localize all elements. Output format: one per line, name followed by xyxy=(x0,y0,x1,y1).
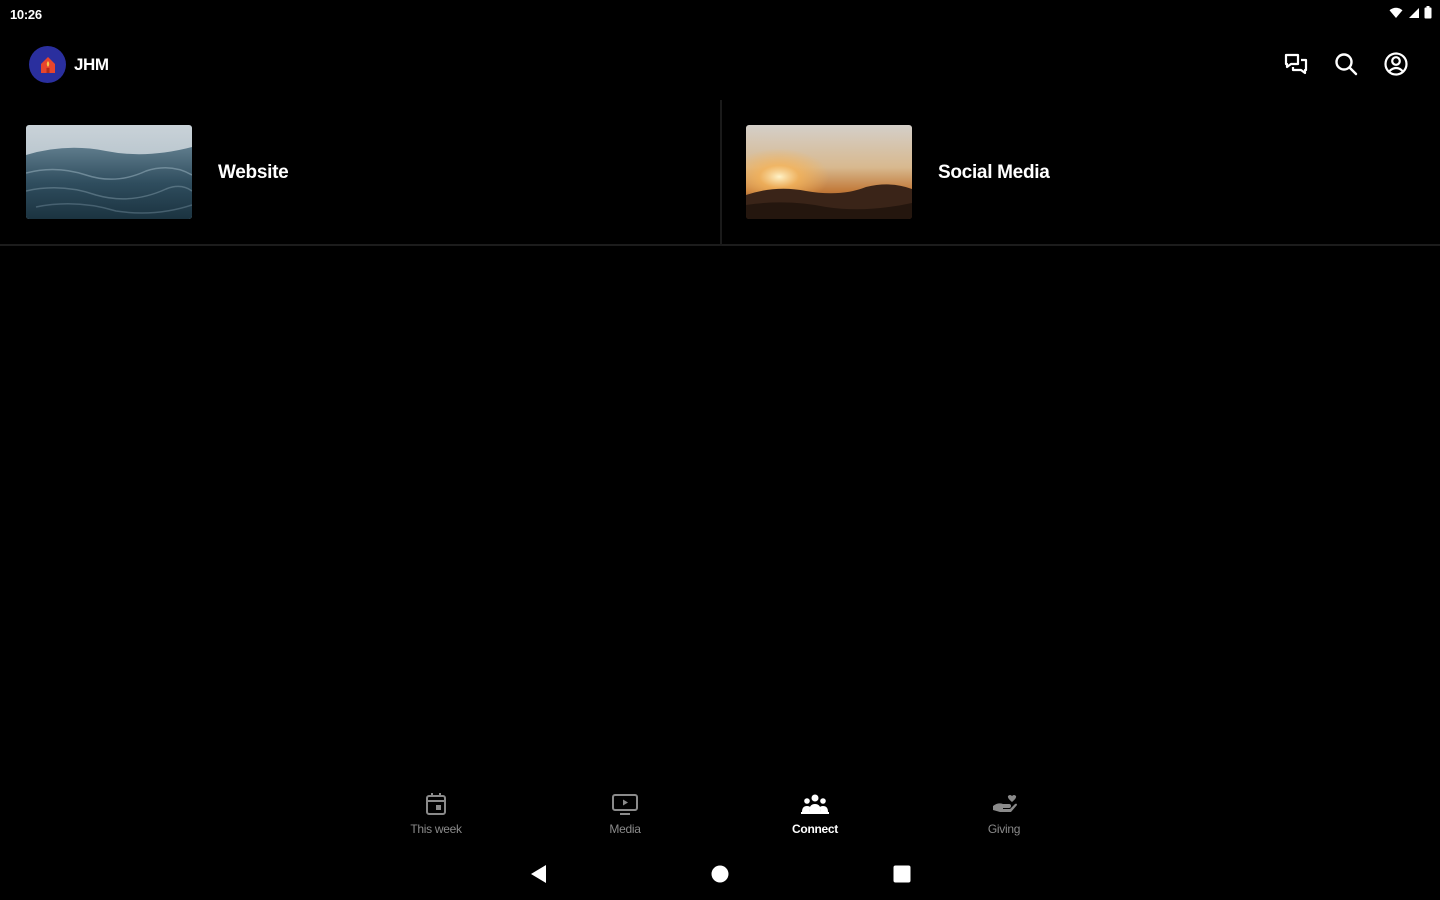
tile-label: Social Media xyxy=(938,162,1050,183)
nav-label: Giving xyxy=(987,822,1021,836)
nav-label: Connect xyxy=(792,822,838,836)
app-actions xyxy=(1282,50,1410,78)
cell-signal-icon xyxy=(1407,7,1420,19)
calendar-icon xyxy=(424,790,448,818)
nav-item-this-week[interactable]: This week xyxy=(376,790,496,842)
nav-item-connect[interactable]: Connect xyxy=(755,790,875,842)
back-icon[interactable] xyxy=(526,862,550,886)
connect-grid: Website Social Media xyxy=(0,100,1440,246)
bottom-nav: This week Media Connect Giving xyxy=(0,790,1440,842)
status-time: 10:26 xyxy=(10,7,42,22)
ocean-waves-image xyxy=(26,125,192,219)
people-group-icon xyxy=(800,790,830,818)
home-icon[interactable] xyxy=(708,862,732,886)
nav-item-media[interactable]: Media xyxy=(565,790,685,842)
chat-icon[interactable] xyxy=(1282,50,1310,78)
recents-icon[interactable] xyxy=(890,862,914,886)
search-icon[interactable] xyxy=(1332,50,1360,78)
giving-hand-icon xyxy=(990,790,1018,818)
wifi-icon xyxy=(1389,7,1403,19)
nav-item-giving[interactable]: Giving xyxy=(944,790,1064,842)
tile-social-media[interactable]: Social Media xyxy=(722,100,1440,246)
status-icons xyxy=(1389,6,1432,19)
nav-label: This week xyxy=(410,822,462,836)
nav-label: Media xyxy=(609,822,641,836)
sunset-mountains-image xyxy=(746,125,912,219)
tile-label: Website xyxy=(218,162,289,183)
app-title: JHM xyxy=(74,55,109,74)
tile-website[interactable]: Website xyxy=(0,100,720,246)
media-play-icon xyxy=(611,790,639,818)
battery-icon xyxy=(1424,6,1432,19)
system-nav xyxy=(0,852,1440,894)
status-bar: 10:26 xyxy=(0,0,1440,28)
account-icon[interactable] xyxy=(1382,50,1410,78)
church-logo-icon[interactable] xyxy=(29,46,66,83)
app-bar: JHM xyxy=(0,36,1440,92)
